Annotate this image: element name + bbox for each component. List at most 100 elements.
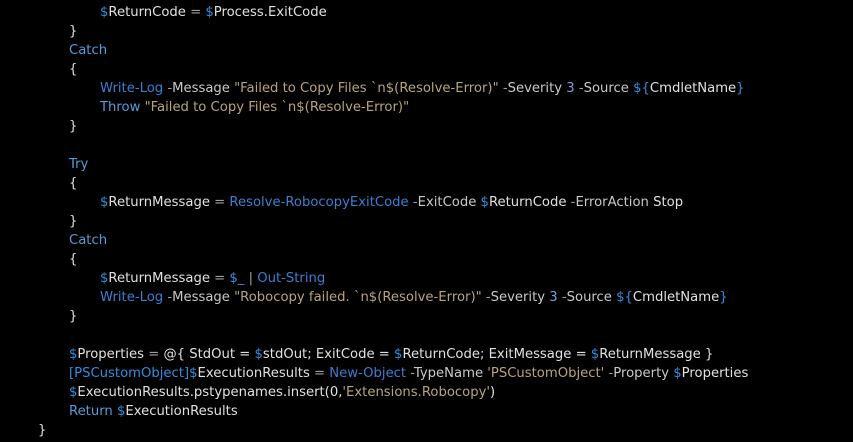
- code-token: CmdletName: [632, 290, 720, 305]
- code-token: "Failed to Copy Files `n$(Resolve-Error)…: [140, 100, 410, 115]
- code-token: }: [38, 423, 47, 438]
- code-token: Source: [583, 81, 629, 96]
- code-token: =: [185, 5, 206, 20]
- code-token: Throw: [100, 100, 141, 115]
- code-token: -: [163, 290, 173, 305]
- code-token: 'Extensions.Robocopy': [342, 385, 491, 400]
- code-token: $: [669, 366, 682, 381]
- code-line[interactable]: Try: [69, 155, 88, 174]
- code-token: Message: [172, 81, 230, 96]
- code-token: ExitCode: [417, 195, 477, 210]
- code-token: -: [481, 290, 491, 305]
- code-line[interactable]: $Properties = @{ StdOut = $stdOut; ExitC…: [69, 345, 713, 364]
- code-token: Try: [69, 157, 89, 172]
- code-token: @{ StdOut =: [163, 347, 255, 362]
- code-line[interactable]: Catch: [69, 231, 107, 250]
- code-token: }: [69, 24, 78, 39]
- code-token: ExecutionResults.pstypenames.insert(0,: [77, 385, 343, 400]
- code-token: Severity: [490, 290, 546, 305]
- code-line[interactable]: }: [69, 22, 77, 41]
- code-token: $: [476, 195, 489, 210]
- code-editor[interactable]: $ReturnCode = $Process.ExitCode} Catch{Wr…: [0, 0, 853, 442]
- code-line[interactable]: {: [69, 250, 77, 269]
- code-token: $_: [229, 271, 245, 286]
- code-token: -: [574, 81, 584, 96]
- code-token: Out-String: [257, 271, 326, 286]
- code-token: $: [112, 404, 126, 419]
- code-token: ReturnMessage: [108, 271, 210, 286]
- code-token: ): [490, 385, 496, 400]
- code-line[interactable]: {: [69, 60, 77, 79]
- code-token: CmdletName: [649, 81, 737, 96]
- code-token: =: [209, 271, 230, 286]
- code-token: Message: [172, 290, 230, 305]
- code-line[interactable]: }: [69, 212, 77, 231]
- code-line[interactable]: [PSCustomObject] $ ExecutionResults = New-…: [69, 364, 748, 383]
- code-token: -: [406, 366, 414, 381]
- code-token: }: [719, 290, 728, 305]
- code-token: ReturnMessage: [108, 195, 210, 210]
- code-token: 3: [545, 290, 558, 305]
- code-token: ReturnCode: [488, 195, 567, 210]
- code-token: }: [736, 81, 745, 96]
- code-line[interactable]: $ ReturnMessage = Resolve-RobocopyExitCod…: [100, 193, 683, 212]
- code-line[interactable]: Write-Log -Message "Failed to Copy Files…: [100, 79, 745, 98]
- code-token: =: [144, 347, 164, 362]
- code-token: -: [498, 81, 508, 96]
- code-token: Source: [566, 290, 612, 305]
- code-token: =: [209, 195, 230, 210]
- code-token: 3: [562, 81, 575, 96]
- code-token: =: [309, 366, 330, 381]
- code-line[interactable]: Throw "Failed to Copy Files `n$(Resolve-…: [100, 98, 409, 117]
- code-token: {: [69, 252, 78, 267]
- code-token: ReturnCode: [402, 347, 480, 362]
- code-line[interactable]: {: [69, 174, 77, 193]
- code-token: }: [69, 214, 78, 229]
- code-token: ; ExitCode =: [307, 347, 395, 362]
- code-token: "Robocopy failed. `n$(Resolve-Error)": [229, 290, 482, 305]
- code-token: ExecutionResults: [197, 366, 310, 381]
- code-line[interactable]: }: [69, 117, 77, 136]
- code-token: ; ExitMessage =: [479, 347, 591, 362]
- code-token: }: [69, 309, 78, 324]
- code-token: Write-Log: [100, 81, 164, 96]
- code-token: $: [205, 5, 214, 20]
- code-token: ${: [628, 81, 650, 96]
- code-token: Property: [613, 366, 670, 381]
- code-token: $: [254, 347, 263, 362]
- code-token: {: [69, 176, 78, 191]
- code-token: [PSCustomObject]: [69, 366, 190, 381]
- code-token: -: [408, 195, 418, 210]
- code-token: Catch: [69, 233, 108, 248]
- code-token: ExecutionResults: [125, 404, 238, 419]
- code-token: ReturnMessage: [599, 347, 701, 362]
- code-line[interactable]: }: [69, 307, 77, 326]
- code-token: Process.ExitCode: [213, 5, 327, 20]
- code-token: Return: [69, 404, 113, 419]
- code-line[interactable]: $ReturnMessage = $_ | Out-String: [100, 269, 325, 288]
- code-token: {: [69, 62, 78, 77]
- code-token: Severity: [507, 81, 563, 96]
- code-token: ReturnCode: [108, 5, 186, 20]
- code-token: Stop: [648, 195, 684, 210]
- code-line[interactable]: Catch: [69, 41, 107, 60]
- code-line[interactable]: Return $ExecutionResults: [69, 402, 238, 421]
- code-token: ErrorAction: [575, 195, 649, 210]
- code-token: -: [557, 290, 567, 305]
- code-line[interactable]: $ReturnCode = $Process.ExitCode: [100, 3, 327, 22]
- code-token: -: [604, 366, 614, 381]
- code-token: -: [163, 81, 173, 96]
- code-token: }: [700, 347, 714, 362]
- code-line[interactable]: }: [38, 421, 46, 440]
- code-token: $: [590, 347, 600, 362]
- code-token: }: [69, 119, 78, 134]
- code-line[interactable]: $ExecutionResults.pstypenames.insert(0,'…: [69, 383, 495, 402]
- code-token: Properties: [77, 347, 145, 362]
- code-line[interactable]: Write-Log -Message "Robocopy failed. `n$…: [100, 288, 728, 307]
- code-token: Catch: [69, 43, 108, 58]
- code-token: New-Object: [329, 366, 407, 381]
- code-token: Resolve-RobocopyExitCode: [229, 195, 409, 210]
- code-token: 'PSCustomObject': [483, 366, 605, 381]
- code-token: stdOut: [262, 347, 308, 362]
- code-token: ${: [611, 290, 633, 305]
